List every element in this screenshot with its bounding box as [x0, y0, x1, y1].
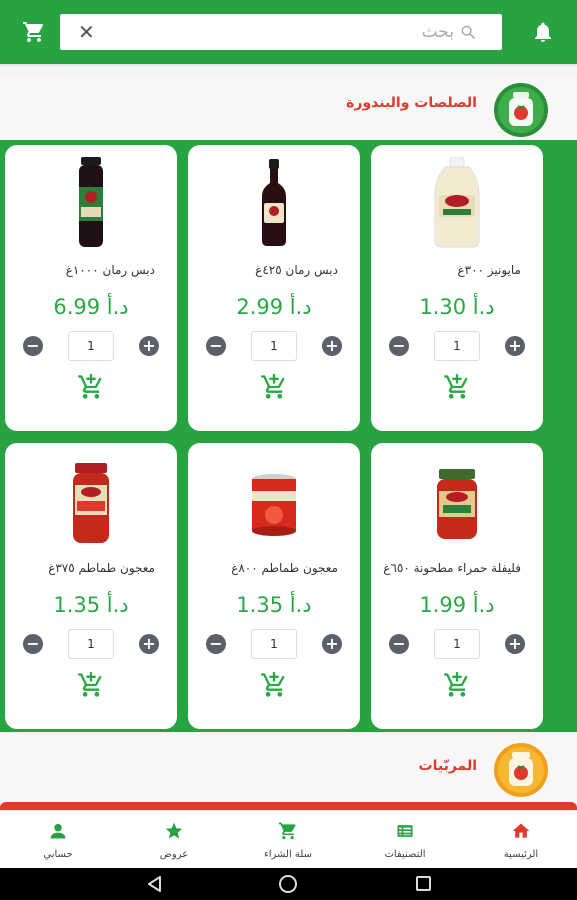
category-header-jams[interactable]: المربّيات	[0, 734, 577, 804]
cart-icon[interactable]	[22, 20, 46, 44]
add-to-cart-icon[interactable]	[260, 671, 288, 699]
product-name: فليفلة حمراء مطحونة ٦٥٠غ	[383, 561, 521, 575]
search-icon	[461, 25, 475, 39]
pomegranate-molasses-bottle	[262, 159, 286, 246]
product-card[interactable]: دبس رمان ٤٢٥غ 2.99 د.أ − 1 +	[188, 145, 360, 431]
decrease-quantity-button[interactable]: −	[23, 336, 43, 356]
product-card[interactable]: مايونيز ٣٠٠غ 1.30 د.أ − 1 +	[371, 145, 543, 431]
home-icon	[512, 823, 530, 838]
top-app-bar: ✕ بحث	[0, 0, 577, 64]
nav-item-categories[interactable]: التصنيفات	[357, 811, 453, 869]
nav-item-cart[interactable]: سلة الشراء	[240, 811, 336, 869]
quantity-field[interactable]: 1	[68, 331, 114, 361]
nav-item-account[interactable]: حسابي	[10, 811, 106, 869]
decrease-quantity-button[interactable]: −	[206, 336, 226, 356]
tomato-paste-can	[252, 474, 296, 536]
decrease-quantity-button[interactable]: −	[23, 634, 43, 654]
nav-label: حسابي	[43, 849, 73, 860]
close-icon[interactable]: ✕	[78, 20, 95, 44]
increase-quantity-button[interactable]: +	[505, 336, 525, 356]
system-navigation-bar	[0, 868, 577, 900]
product-card[interactable]: معجون طماطم ٣٧٥غ 1.35 د.أ − 1 +	[5, 443, 177, 729]
decrease-quantity-button[interactable]: −	[206, 634, 226, 654]
quantity-field[interactable]: 1	[434, 629, 480, 659]
quantity-stepper: − 1 +	[206, 331, 342, 361]
cart-icon	[278, 822, 296, 840]
product-name: دبس رمان ١٠٠٠غ	[65, 263, 155, 277]
search-input[interactable]: بحث	[422, 22, 454, 42]
product-name: مايونيز ٣٠٠غ	[457, 263, 521, 277]
product-price: 6.99 د.أ	[53, 295, 129, 319]
product-price: 1.99 د.أ	[419, 593, 495, 617]
mayonnaise-bottle	[434, 157, 480, 248]
previous-category-edge	[0, 64, 577, 74]
quantity-field[interactable]: 1	[434, 331, 480, 361]
quantity-stepper: − 1 +	[389, 629, 525, 659]
add-to-cart-icon[interactable]	[77, 373, 105, 401]
bell-icon[interactable]	[531, 20, 555, 44]
nav-item-home[interactable]: الرئيسية	[473, 811, 569, 869]
next-category-edge	[0, 802, 577, 810]
nav-label: سلة الشراء	[264, 849, 312, 860]
nav-label: عروض	[159, 849, 189, 860]
quantity-field[interactable]: 1	[68, 629, 114, 659]
star-icon	[165, 822, 183, 839]
increase-quantity-button[interactable]: +	[322, 634, 342, 654]
red-pepper-paste-jar	[437, 469, 477, 539]
quantity-stepper: − 1 +	[206, 629, 342, 659]
product-name: معجون طماطم ٨٠٠غ	[231, 561, 338, 575]
back-icon[interactable]	[146, 875, 162, 893]
quantity-stepper: − 1 +	[389, 331, 525, 361]
category-title: المربّيات	[418, 758, 477, 774]
category-header-sauces[interactable]: الصلصات والبندورة	[0, 76, 577, 140]
product-card[interactable]: معجون طماطم ٨٠٠غ 1.35 د.أ − 1 +	[188, 443, 360, 729]
product-price: 1.35 د.أ	[53, 593, 129, 617]
bottom-navigation: الرئيسية التصنيفات سلة الشراء عروض حسابي	[0, 810, 577, 868]
add-to-cart-icon[interactable]	[77, 671, 105, 699]
increase-quantity-button[interactable]: +	[139, 336, 159, 356]
account-icon	[50, 823, 66, 839]
pomegranate-molasses-large-bottle	[79, 157, 103, 247]
quantity-stepper: − 1 +	[23, 331, 159, 361]
product-price: 1.35 د.أ	[236, 593, 312, 617]
increase-quantity-button[interactable]: +	[505, 634, 525, 654]
category-title: الصلصات والبندورة	[346, 95, 477, 111]
search-bar[interactable]: ✕ بحث	[60, 14, 502, 50]
add-to-cart-icon[interactable]	[443, 373, 471, 401]
increase-quantity-button[interactable]: +	[139, 634, 159, 654]
add-to-cart-icon[interactable]	[260, 373, 288, 401]
product-card[interactable]: فليفلة حمراء مطحونة ٦٥٠غ 1.99 د.أ − 1 +	[371, 443, 543, 729]
nav-label: التصنيفات	[384, 849, 426, 860]
decrease-quantity-button[interactable]: −	[389, 634, 409, 654]
home-circle-icon[interactable]	[279, 875, 297, 893]
tomato-jar-icon	[494, 83, 548, 137]
increase-quantity-button[interactable]: +	[322, 336, 342, 356]
recent-apps-icon[interactable]	[416, 876, 431, 891]
product-price: 1.30 د.أ	[419, 295, 495, 319]
tomato-paste-jar	[73, 463, 109, 543]
add-to-cart-icon[interactable]	[443, 671, 471, 699]
jam-jar-icon	[494, 743, 548, 797]
quantity-stepper: − 1 +	[23, 629, 159, 659]
decrease-quantity-button[interactable]: −	[389, 336, 409, 356]
nav-label: الرئيسية	[503, 849, 539, 860]
product-name: معجون طماطم ٣٧٥غ	[48, 561, 155, 575]
product-card[interactable]: دبس رمان ١٠٠٠غ 6.99 د.أ − 1 +	[5, 145, 177, 431]
categories-icon	[397, 825, 413, 837]
nav-item-offers[interactable]: عروض	[126, 811, 222, 869]
quantity-field[interactable]: 1	[251, 629, 297, 659]
product-price: 2.99 د.أ	[236, 295, 312, 319]
quantity-field[interactable]: 1	[251, 331, 297, 361]
product-name: دبس رمان ٤٢٥غ	[255, 263, 338, 277]
